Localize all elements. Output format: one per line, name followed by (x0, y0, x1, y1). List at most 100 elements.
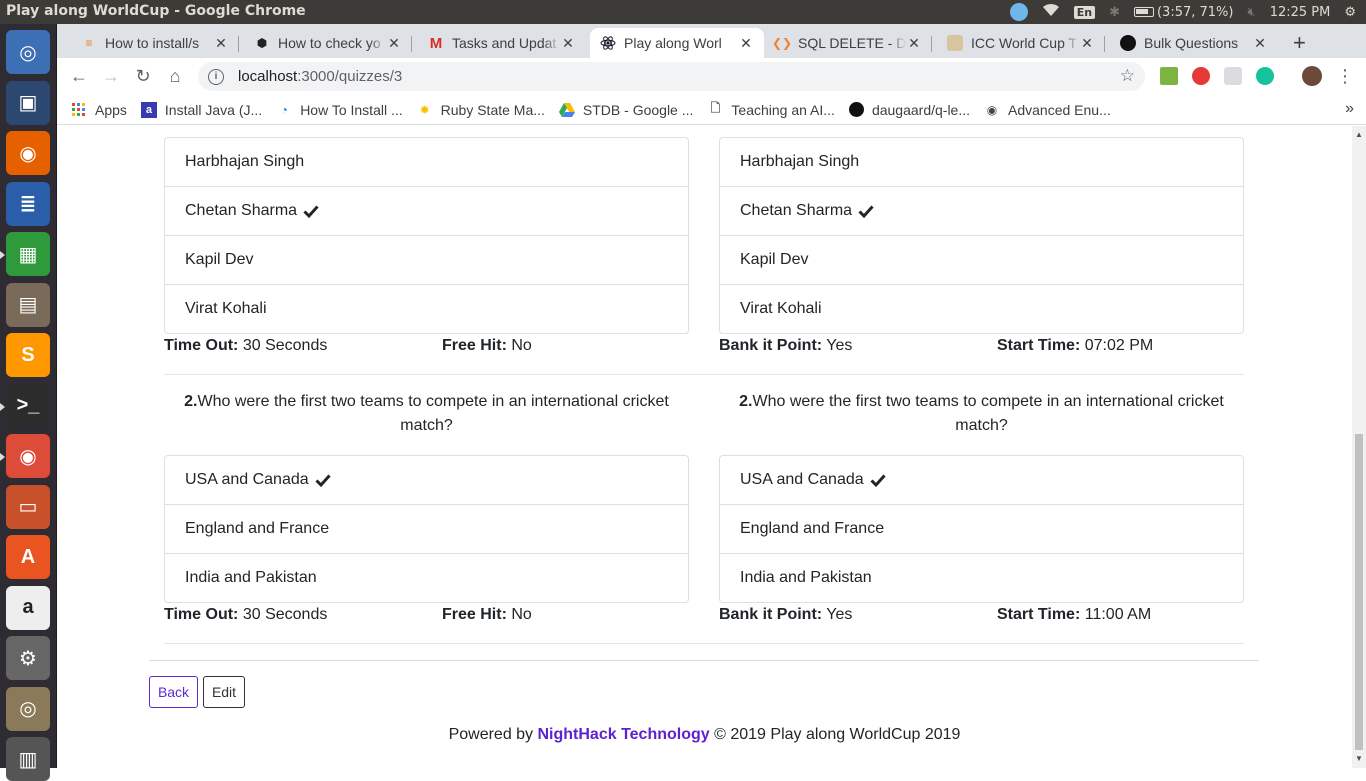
sun-icon: ✹ (419, 102, 430, 117)
footer: Powered by NightHack Technology © 2019 P… (448, 726, 961, 743)
option-item[interactable]: Harbhajan Singh (165, 138, 688, 187)
q1-timeout: Time Out: 30 Seconds (164, 337, 328, 354)
battery-icon (1133, 7, 1154, 17)
bluetooth-icon[interactable]: ✱ (1109, 5, 1120, 20)
tab-1[interactable]: ⬢ How to check yo ✕ (244, 28, 412, 58)
forward-arrow-icon[interactable]: → (99, 64, 123, 88)
launcher-ubuntu-software-icon[interactable]: A (6, 535, 50, 579)
tab-2[interactable]: M Tasks and Updat ✕ (418, 28, 586, 58)
power-gear-icon[interactable]: ⚙ (1344, 5, 1356, 20)
edit-button[interactable]: Edit (203, 676, 245, 708)
option-item[interactable]: Chetan Sharma (720, 187, 1243, 236)
bookmark-ruby-state[interactable]: ✹ Ruby State Ma... (417, 102, 545, 118)
tab-close-icon[interactable]: ✕ (738, 35, 754, 52)
launcher-chrome-icon[interactable]: ◉ (0, 434, 50, 478)
tab-strip: ≡ How to install/s ✕ ⬢ How to check yo ✕… (57, 24, 1366, 58)
extension-icon[interactable] (1224, 67, 1242, 85)
scrollbar-thumb[interactable] (1355, 434, 1363, 750)
opera-extension-icon[interactable] (1192, 67, 1210, 85)
back-arrow-icon[interactable]: ← (67, 64, 91, 88)
reload-icon[interactable]: ↻ (131, 64, 155, 88)
bookmark-install-java[interactable]: a Install Java (J... (140, 101, 262, 118)
option-item[interactable]: Virat Kohali (720, 285, 1243, 333)
tab-4[interactable]: ❮❯ SQL DELETE - De ✕ (764, 28, 932, 58)
tab-close-icon[interactable]: ✕ (1252, 35, 1268, 52)
launcher-libreoffice-calc-icon[interactable]: ▦ (0, 232, 50, 276)
bookmark-label: Advanced Enu... (1008, 101, 1111, 118)
battery-indicator[interactable]: (3:57, 71%) (1133, 5, 1233, 20)
check-icon (870, 472, 886, 488)
tab-close-icon[interactable]: ✕ (906, 35, 922, 52)
tab-close-icon[interactable]: ✕ (386, 35, 402, 52)
new-tab-icon[interactable]: + (1293, 30, 1306, 56)
home-icon[interactable]: ⌂ (163, 64, 187, 88)
bookmark-daugaard[interactable]: daugaard/q-le... (848, 102, 970, 118)
download-extension-icon[interactable] (1160, 67, 1178, 85)
launcher-workspace-switcher-icon[interactable]: ▣ (6, 80, 50, 125)
launcher-libreoffice-writer-icon[interactable]: ≣ (6, 181, 50, 226)
option-item[interactable]: England and France (165, 505, 688, 554)
address-url[interactable]: localhost:3000/quizzes/3 (238, 68, 402, 85)
option-item[interactable]: Chetan Sharma (165, 187, 688, 236)
tab-5[interactable]: ICC World Cup T ✕ (937, 28, 1105, 58)
launcher-sublime-text-icon[interactable]: S (6, 333, 50, 377)
option-item[interactable]: India and Pakistan (720, 554, 1243, 602)
bookmark-teaching-ai[interactable]: 🗋︎ Teaching an AI... (707, 101, 835, 118)
divider (164, 643, 1244, 644)
digitalocean-icon: ◔ (280, 102, 288, 117)
volume-icon[interactable]: 🔇︎ (1247, 5, 1255, 20)
launcher-terminal-icon[interactable]: >_ (0, 383, 50, 428)
keyboard-layout-indicator[interactable]: En (1073, 5, 1096, 19)
tab-3[interactable]: Play along Worl ✕ (590, 28, 764, 58)
tab-close-icon[interactable]: ✕ (1079, 35, 1095, 52)
q1-start-time: Start Time: 07:02 PM (997, 337, 1154, 354)
option-item[interactable]: Virat Kohali (165, 285, 688, 333)
launcher-trash-icon[interactable]: ▥ (6, 737, 50, 781)
tab-6[interactable]: Bulk Questions ✕ (1110, 28, 1278, 58)
tab-0[interactable]: ≡ How to install/s ✕ (71, 28, 239, 58)
profile-avatar[interactable] (1302, 66, 1322, 86)
wifi-icon[interactable] (1042, 3, 1060, 21)
bookmark-how-to-install[interactable]: ◔ How To Install ... (276, 102, 403, 118)
clock[interactable]: 12:25 PM (1270, 5, 1331, 20)
system-top-bar: Play along WorldCup - Google Chrome En ✱… (0, 0, 1366, 24)
bookmark-apps[interactable]: Apps (71, 102, 127, 118)
bookmark-stdb[interactable]: STDB - Google ... (558, 102, 693, 118)
launcher-libreoffice-impress-icon[interactable]: ▭ (6, 484, 50, 529)
option-item[interactable]: England and France (720, 505, 1243, 554)
page-scrollbar[interactable]: ▲ ▼ (1352, 126, 1366, 768)
bookmarks-overflow-icon[interactable]: » (1345, 100, 1354, 118)
option-item[interactable]: India and Pakistan (165, 554, 688, 602)
option-item[interactable]: USA and Canada (165, 456, 688, 505)
tab-title: Bulk Questions (1144, 35, 1239, 51)
menu-kebab-icon[interactable]: ⋮ (1333, 64, 1357, 88)
brand-link[interactable]: NightHack Technology (538, 726, 710, 743)
option-item[interactable]: Kapil Dev (165, 236, 688, 285)
tab-close-icon[interactable]: ✕ (213, 35, 229, 52)
launcher-firefox-icon[interactable]: ◉ (6, 131, 50, 175)
skype-icon[interactable] (1009, 3, 1028, 21)
address-bar[interactable]: i localhost:3000/quizzes/3 ☆ (198, 62, 1145, 91)
launcher: ◎ ▣ ◉ ≣ ▦ ▤ S >_ ◉ ▭ Aa ⚙ ◎ ▥ (0, 24, 57, 781)
site-info-icon[interactable]: i (208, 68, 224, 85)
grammarly-icon[interactable] (1256, 67, 1274, 85)
launcher-system-settings-icon[interactable]: ⚙ (6, 636, 50, 680)
hexagon-icon: ⬢ (256, 36, 268, 50)
tab-close-icon[interactable]: ✕ (560, 35, 576, 52)
option-item[interactable]: USA and Canada (720, 456, 1243, 505)
launcher-ubuntu-dash-icon[interactable]: ◎ (6, 30, 50, 74)
scroll-up-icon[interactable]: ▲ (1355, 130, 1363, 139)
launcher-disk-icon[interactable]: ◎ (6, 686, 50, 731)
page-content: Harbhajan Singh Chetan Sharma Kapil Dev … (57, 126, 1352, 768)
option-item[interactable]: Kapil Dev (720, 236, 1243, 285)
launcher-files-icon[interactable]: ▤ (6, 282, 50, 327)
bookmark-advanced-enu[interactable]: ◉ Advanced Enu... (984, 102, 1111, 118)
q2-timeout: Time Out: 30 Seconds (164, 606, 328, 623)
option-item[interactable]: Harbhajan Singh (720, 138, 1243, 187)
w3schools-icon: ❮❯ (771, 36, 793, 50)
scroll-down-icon[interactable]: ▼ (1355, 754, 1363, 763)
bookmark-star-icon[interactable]: ☆ (1120, 66, 1135, 86)
back-button[interactable]: Back (149, 676, 198, 708)
launcher-amazon-icon[interactable]: a (6, 585, 50, 630)
divider (164, 374, 1244, 375)
